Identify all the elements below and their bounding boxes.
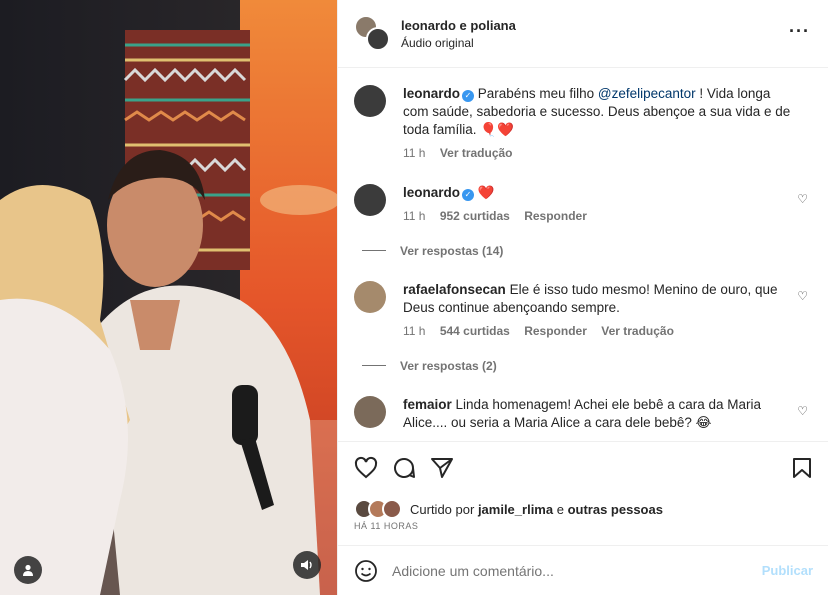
comment-username[interactable]: femaior — [403, 397, 452, 412]
speaker-icon — [301, 560, 312, 570]
more-horizontal-icon[interactable]: ··· — [789, 22, 810, 40]
save-bookmark-button[interactable] — [792, 457, 812, 479]
audio-label[interactable]: Áudio original — [401, 36, 516, 50]
view-replies-label: Ver respostas (2) — [400, 359, 497, 373]
post-header: leonardo e poliana Áudio original ··· — [338, 0, 828, 68]
reply-button[interactable]: Responder — [524, 324, 587, 338]
share-send-icon[interactable] — [430, 456, 454, 480]
bookmark-icon — [793, 458, 811, 478]
comments-list: leonardo ✓ Parabéns meu filho @zefelipeca… — [338, 69, 828, 441]
view-replies-button[interactable]: Ver respostas (2) — [362, 359, 497, 373]
translate-link[interactable]: Ver tradução — [601, 324, 674, 338]
liked-by-avatars — [354, 499, 404, 519]
post-timestamp[interactable]: HÁ 11 HORAS — [354, 521, 418, 531]
post-author[interactable]: leonardo e poliana — [401, 18, 516, 33]
comment-time[interactable]: 11 h — [403, 209, 425, 223]
tagged-users-button[interactable] — [14, 556, 42, 584]
verified-badge-icon: ✓ — [462, 90, 475, 102]
comment-likes[interactable]: 952 curtidas — [440, 209, 510, 223]
avatar[interactable] — [354, 281, 386, 313]
liked-by: Curtido por jamile_rlima e outras pessoa… — [354, 499, 663, 519]
liked-by-user[interactable]: jamile_rlima — [478, 502, 553, 517]
video-frame — [0, 0, 337, 595]
avatar[interactable] — [354, 396, 386, 428]
comment-text-part: Linda homenagem! Achei ele bebê a cara d… — [403, 397, 761, 430]
liked-by-others[interactable]: outras pessoas — [568, 502, 663, 517]
comment-icon[interactable] — [392, 456, 416, 480]
like-comment-heart-icon[interactable]: ♡ — [797, 192, 808, 206]
avatar[interactable] — [354, 184, 386, 216]
view-replies-button[interactable]: Ver respostas (14) — [362, 244, 503, 258]
replies-divider — [362, 250, 386, 251]
comment-username[interactable]: leonardo — [403, 86, 460, 101]
comment-username[interactable]: rafaelafonsecan — [403, 282, 506, 297]
comment-text: leonardo ✓ Parabéns meu filho @zefelipeca… — [403, 85, 793, 139]
comment-text: femaior Linda homenagem! Achei ele bebê … — [403, 396, 793, 432]
comment-text-part: Parabéns meu filho — [477, 86, 598, 101]
reply-button[interactable]: Responder — [524, 209, 587, 223]
like-comment-heart-icon[interactable]: ♡ — [797, 289, 808, 303]
liked-by-prefix: Curtido por — [410, 501, 475, 517]
comment-text-part: ❤️ — [477, 185, 495, 200]
comment-likes[interactable]: 544 curtidas — [440, 324, 510, 338]
comment-text: leonardo ✓ ❤️ — [403, 184, 793, 202]
comment-meta: 11 h 952 curtidas Responder — [403, 209, 598, 223]
like-heart-icon[interactable] — [354, 456, 378, 480]
comment-meta: 11 h Ver tradução — [403, 146, 524, 160]
audio-toggle-button[interactable] — [293, 551, 321, 579]
comment-text: rafaelafonsecan Ele é isso tudo mesmo! M… — [403, 281, 793, 317]
comment-time[interactable]: 11 h — [403, 146, 425, 160]
collab-avatars[interactable] — [354, 14, 392, 53]
add-comment-bar: Publicar — [338, 545, 828, 595]
comment-time[interactable]: 11 h — [403, 324, 425, 338]
instagram-post-modal: leonardo e poliana Áudio original ··· le… — [0, 0, 828, 595]
user-icon — [23, 564, 33, 576]
verified-badge-icon: ✓ — [462, 189, 475, 201]
avatar — [366, 26, 390, 51]
avatar[interactable] — [354, 85, 386, 117]
comment-username[interactable]: leonardo — [403, 185, 460, 200]
like-comment-heart-icon[interactable]: ♡ — [797, 404, 808, 418]
mention-link[interactable]: @zefelipecantor — [598, 86, 696, 101]
translate-link[interactable]: Ver tradução — [440, 146, 513, 160]
comment-input[interactable] — [392, 562, 762, 579]
liked-by-conj: e — [556, 501, 564, 517]
avatar — [382, 499, 402, 519]
post-actions: Curtido por jamile_rlima e outras pessoa… — [338, 441, 828, 545]
post-comment-button[interactable]: Publicar — [762, 563, 813, 578]
action-icons — [354, 456, 454, 480]
comment-meta: 11 h 544 curtidas Responder Ver tradução — [403, 324, 685, 338]
replies-divider — [362, 365, 386, 366]
view-replies-label: Ver respostas (14) — [400, 244, 504, 258]
post-sidebar: leonardo e poliana Áudio original ··· le… — [337, 0, 828, 595]
emoji-icon[interactable] — [354, 559, 378, 583]
post-video[interactable] — [0, 0, 337, 595]
